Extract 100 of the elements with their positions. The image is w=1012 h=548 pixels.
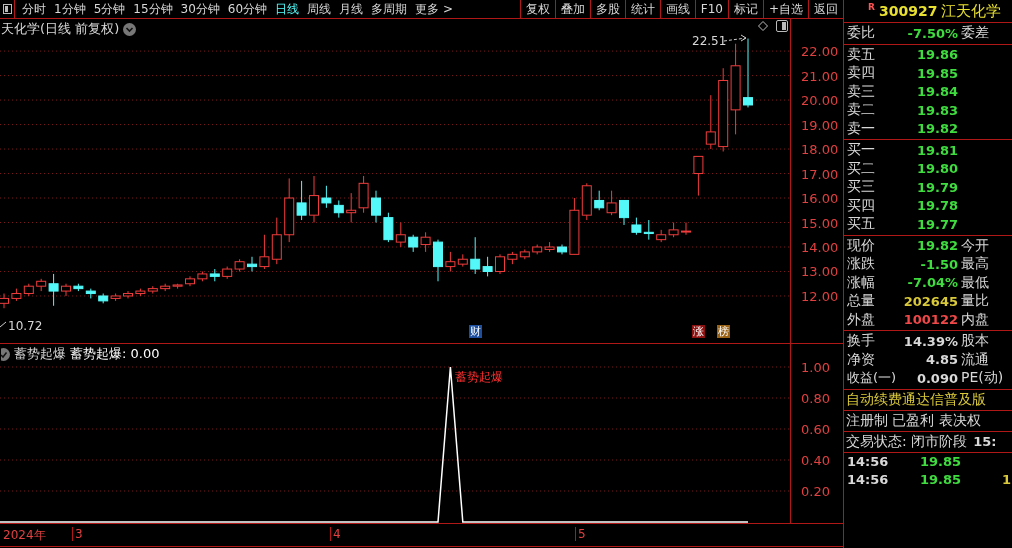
quote-value: 19.81 [915, 142, 958, 158]
event-marker[interactable]: 涨 [692, 325, 706, 338]
price-tick: 14.00 [801, 239, 839, 255]
candlestick [445, 251, 456, 272]
period-tab[interactable]: 5分钟 [89, 0, 130, 18]
quote-label: 收益(一) [846, 369, 896, 388]
promo-text[interactable]: 自动续费通达信普及版 [846, 390, 986, 409]
quote-value: 19.77 [915, 216, 958, 232]
value-tick: 0.20 [801, 483, 830, 499]
indicator-value: 蓄势起爆: 0.00 [70, 345, 160, 363]
date-label: 4 [330, 527, 341, 541]
candlestick [606, 190, 617, 216]
candlestick [619, 199, 629, 226]
tick-time: 14:56 [847, 472, 890, 487]
quote-value: 19.82 [915, 238, 958, 254]
quote-label: 流通 [960, 350, 990, 369]
quote-value: 19.84 [915, 84, 958, 100]
candlestick [482, 256, 493, 277]
period-tab[interactable]: 周线 [303, 0, 336, 18]
candlestick [259, 234, 270, 270]
date-label: 2024年 [2, 527, 46, 544]
quote-label: 买一 [846, 141, 876, 160]
price-tick: 15.00 [801, 215, 839, 230]
quote-label: 净资 [846, 350, 876, 369]
quote-value: -7.04% [906, 275, 958, 291]
candlestick [420, 231, 431, 253]
price-tick: 17.00 [801, 166, 839, 181]
candlestick [247, 256, 257, 272]
stock-name: 江天化学 [941, 1, 1002, 21]
quote-value: 19.79 [915, 179, 958, 195]
price-tick: 19.00 [801, 117, 839, 133]
candlestick [296, 180, 307, 221]
value-tick: 0.80 [801, 390, 830, 406]
period-tab[interactable]: 1分钟 [50, 0, 90, 18]
panel-toggle-icon[interactable] [776, 20, 788, 32]
status-time: 15: [973, 434, 997, 449]
quote-label: 内盘 [960, 310, 990, 329]
quote-value: 19.85 [915, 65, 958, 81]
quote-value: 4.85 [924, 352, 958, 368]
period-tab[interactable]: 多周期 [367, 0, 412, 18]
tick-time: 14:56 [847, 454, 890, 469]
quote-label: 涨跌 [846, 255, 876, 274]
value-tick: 0.40 [801, 452, 830, 468]
candlestick [743, 38, 753, 108]
diamond-icon[interactable] [758, 21, 768, 31]
quote-label: PE(动) [960, 369, 1005, 388]
candlestick [309, 175, 319, 224]
candlestick [594, 190, 605, 211]
low-price-leader [0, 321, 7, 328]
date-label: 5 [575, 527, 586, 541]
quote-value: 0.090 [915, 370, 958, 386]
quote-label: 涨幅 [846, 273, 876, 292]
tick-volume: 1 [1000, 472, 1011, 487]
quote-label: 最高 [960, 255, 990, 274]
quote-label: 量比 [960, 292, 990, 311]
price-tick: 20.00 [801, 92, 839, 108]
candlestick [383, 212, 394, 243]
quote-label: 买五 [846, 215, 876, 234]
stock-code: 300927 [878, 3, 938, 19]
quote-value: -7.50% [906, 25, 958, 41]
candlestick [371, 190, 381, 224]
event-marker[interactable]: 财 [469, 325, 483, 338]
chevron-down-icon[interactable] [123, 22, 137, 36]
quote-value: 19.82 [915, 121, 958, 137]
market-label: R [868, 2, 875, 12]
candlestick [495, 253, 505, 275]
period-tab[interactable]: 月线 [335, 0, 368, 18]
quote-label: 外盘 [846, 310, 876, 329]
price-tick: 21.00 [801, 68, 839, 84]
trade-status: 交易状态: 闭市阶段 [846, 432, 968, 451]
period-tab[interactable]: 日线 [271, 0, 304, 18]
quote-value: 19.83 [915, 102, 958, 118]
quote-label: 卖二 [846, 101, 876, 120]
quote-value: 100122 [902, 312, 958, 328]
candlestick [470, 236, 481, 275]
candlestick [705, 94, 716, 150]
quote-label: 换手 [846, 332, 876, 351]
quote-value: 19.80 [915, 161, 958, 177]
event-marker[interactable]: 榜 [717, 325, 731, 338]
candlestick [346, 192, 357, 224]
period-tab[interactable]: 30分钟 [176, 0, 224, 18]
quote-label: 买二 [846, 159, 876, 178]
candlestick [693, 155, 704, 197]
period-tab[interactable]: 更多 > [411, 0, 457, 18]
quote-value: 202645 [902, 293, 958, 309]
period-tab[interactable]: 分时 [18, 0, 50, 18]
period-tab[interactable]: 15分钟 [129, 0, 177, 18]
quote-value: 14.39% [902, 333, 958, 349]
period-tab[interactable]: 60分钟 [223, 0, 272, 18]
quote-label: 股本 [960, 332, 990, 351]
value-tick: 1.00 [801, 359, 830, 375]
quote-value: 19.78 [915, 198, 958, 214]
quote-label: 现价 [846, 236, 876, 255]
panel-icon[interactable] [2, 4, 12, 14]
quote-label: 卖四 [846, 64, 876, 83]
low-price-label: 10.72 [8, 319, 43, 333]
candlestick [681, 222, 691, 236]
candlestick [643, 219, 654, 241]
candlestick [321, 185, 332, 209]
price-tick: 18.00 [801, 141, 839, 157]
